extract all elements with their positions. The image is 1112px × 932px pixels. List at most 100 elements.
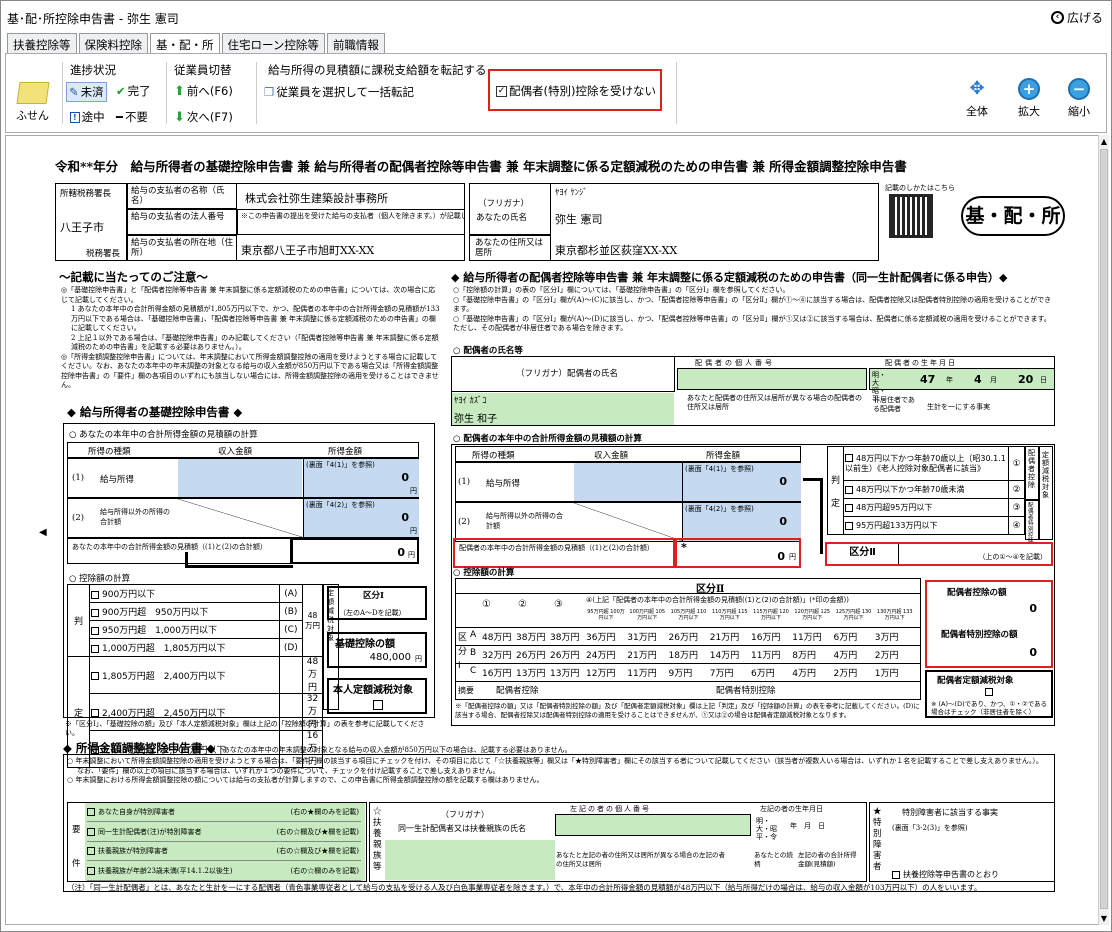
tab-insurance[interactable]: 保険料控除 <box>78 33 148 53</box>
basic-deduction-field[interactable]: 基礎控除の額 480,000 円 <box>327 632 427 668</box>
your-furigana[interactable]: ﾔﾖｲ ｹﾝｼﾞ <box>555 186 587 198</box>
requirement-item[interactable]: あなた自身が特別障害者 (右の★欄のみを記載) <box>87 803 361 822</box>
checkbox-checked-icon: ✓ <box>496 85 507 97</box>
payer-addr-value[interactable]: 東京都八王子市旭町XX-XX <box>241 242 374 258</box>
basic-total-field[interactable]: 0 円 <box>291 538 419 564</box>
spouse-birth-input[interactable]: 明・大昭・平 47 年 4 月 20 日 <box>869 368 1055 403</box>
employee-switch-title: 従業員切替 <box>174 63 232 77</box>
checkbox-icon[interactable] <box>892 871 900 879</box>
checkbox-icon[interactable] <box>91 709 99 717</box>
payer-name-value[interactable]: 株式会社弥生建築設計事務所 <box>245 190 388 206</box>
checkbox-icon[interactable] <box>91 590 99 599</box>
qr-code-icon <box>889 194 933 238</box>
spouse-fixed-tax-checkbox[interactable] <box>985 688 993 696</box>
progress-done-label: 完了 <box>127 84 151 98</box>
spouse-row1-income-input[interactable] <box>574 463 682 501</box>
exclamation-icon: ! <box>70 111 80 123</box>
spouse-row1-ref: (裏面「4(1)」を参照) <box>685 465 754 473</box>
self-fixed-tax-checkbox[interactable] <box>373 700 383 710</box>
special-check-row[interactable]: 扶養控除等申告書のとおり <box>892 869 999 880</box>
judge-label: 判定 <box>827 446 844 535</box>
adjust-note-1: ○ 年末調整において所得金額調整控除の適用を受けようとする場合は、「要件」欄の該… <box>67 757 1043 765</box>
spouse-title: ◆ 給与所得者の配偶者控除等申告書 兼 年末調整に係る定額減税のための申告書（同… <box>451 271 1008 284</box>
requirement-item[interactable]: 同一生計配偶者(注)が特別障害者 (右の☆欄及び★欄を記載) <box>87 823 361 842</box>
pencil-icon: ✎ <box>69 85 79 99</box>
checkbox-icon[interactable] <box>87 827 95 836</box>
previous-employee-button[interactable]: ⬆ 前へ(F6) <box>174 83 233 99</box>
calc-subhead: 105万円超 110万円以下 <box>670 609 707 621</box>
payer-corp-number-cell[interactable] <box>237 209 465 235</box>
basic-title: ◆ 給与所得者の基礎控除申告書 ◆ <box>67 405 243 419</box>
expand-button[interactable]: ‹ 広げる <box>1050 9 1103 26</box>
spouse-mynumber-input[interactable] <box>677 368 867 390</box>
calc-cell: 21万円 <box>709 633 740 643</box>
scroll-left-icon[interactable]: ◀ <box>39 527 47 538</box>
checkbox-icon[interactable] <box>845 485 853 494</box>
form-title: 令和**年分 給与所得者の基礎控除申告書 兼 給与所得者の配偶者控除等申告書 兼… <box>55 159 907 174</box>
spouse-row1-amount-input[interactable]: (裏面「4(1)」を参照) 0 <box>682 463 801 501</box>
tax-office-value[interactable]: 八王子市 <box>60 219 104 235</box>
requirement-item[interactable]: 扶養親族が年齢23歳未満(平14.1.2以後生) (右の☆欄のみを記載) <box>87 862 361 881</box>
progress-unfinished-button[interactable]: ✎ 未済 <box>66 82 107 102</box>
calc-row-kubun: A <box>470 630 477 640</box>
birth-month: 4 <box>974 373 982 386</box>
progress-inprogress-button[interactable]: ! 途中 <box>70 109 105 125</box>
next-employee-button[interactable]: ⬇ 次へ(F7) <box>174 109 233 125</box>
spouse-deduction-value[interactable]: 0 <box>1029 602 1037 615</box>
tab-housing-loan[interactable]: 住宅ローン控除等 <box>221 33 325 53</box>
checkbox-icon[interactable] <box>91 644 99 653</box>
kubun2-field[interactable]: 区分Ⅱ （上の①～④を記載） <box>825 542 1053 566</box>
spouse-mynumber-label: 配偶者の個人番号 <box>695 359 775 367</box>
dependent-mynumber-input[interactable] <box>555 814 751 836</box>
scroll-up-icon[interactable]: ▲ <box>1099 137 1109 146</box>
your-name[interactable]: 弥生 憲司 <box>555 211 603 227</box>
basic-row2-amount-input[interactable]: (裏面「4(2)」を参照) 0 円 <box>303 499 419 537</box>
checkbox-icon[interactable] <box>845 521 853 530</box>
checkbox-icon[interactable] <box>87 808 95 816</box>
spouse-total-field[interactable]: * 0 円 <box>675 538 801 568</box>
adjust-title: ◆ 所得金額調整控除申告書 ◆ <box>63 741 216 755</box>
requirement-note: (右の☆欄及び★欄を記載) <box>276 827 359 836</box>
adjust-note-2: なお、「要件」欄の以上の項目に該当する場合は、いずれか１つの要件について、チェッ… <box>77 766 500 775</box>
zoom-in-button[interactable]: + 拡大 <box>1018 78 1040 119</box>
title-bar: 基･配･所控除申告書 - 弥生 憲司 ‹ 広げる <box>1 1 1111 33</box>
dependent-name-input[interactable] <box>385 840 555 880</box>
checkbox-icon[interactable] <box>845 454 853 462</box>
checkbox-icon[interactable] <box>845 503 853 512</box>
checkbox-icon[interactable] <box>91 608 99 617</box>
spouse-special-value[interactable]: 0 <box>1029 646 1037 659</box>
basic-row1-ref: (裏面「4(1)」を参照) <box>306 461 375 469</box>
no-spouse-deduction-checkbox[interactable]: ✓ 配偶者(特別)控除を受けない <box>496 83 656 99</box>
progress-done-button[interactable]: ✔ 完了 <box>116 83 151 99</box>
your-addr[interactable]: 東京都杉並区荻窪XX-XX <box>555 242 677 258</box>
bulk-transfer-button[interactable]: ❐ 従業員を選択して一括転記 <box>264 84 414 100</box>
basic-row1-amount-input[interactable]: (裏面「4(1)」を参照) 0 円 <box>303 459 419 497</box>
requirement-item[interactable]: 扶養親族が特別障害者 (右の☆欄及び★欄を記載) <box>87 842 361 861</box>
spouse-row2-label: 給与所得以外の所得の合計額 <box>486 512 563 530</box>
checkbox-icon[interactable] <box>87 847 95 855</box>
spouse-intro: ○「控除額の計算」の表の「区分Ⅰ」欄については、「基礎控除申告書」の「区分Ⅰ」欄… <box>453 286 1055 334</box>
progress-unneeded-button[interactable]: ━ 不要 <box>116 109 148 125</box>
kubun1-field[interactable]: 区分Ⅰ （左のA～Dを記載） <box>327 586 427 620</box>
toolbar-ribbon: ふせん 進捗状況 ✎ 未済 ✔ 完了 ! 途中 ━ 不要 従業員切替 ⬆ 前へ(… <box>5 53 1107 133</box>
summary-label: 摘要 <box>458 686 474 695</box>
fit-whole-button[interactable]: ✥ 全体 <box>966 78 988 119</box>
sticky-note-button[interactable]: ふせん <box>15 82 50 123</box>
spouse-name-input[interactable]: ﾔﾖｲ ｶｽﾞｺ 弥生 和子 <box>452 393 674 425</box>
basic-row2: (2) 給与所得以外の所得の合計額 (裏面「4(2)」を参照) 0 円 <box>67 498 419 538</box>
judge-side-cell-1: 配偶者控除 <box>1025 446 1039 500</box>
tab-previous-job[interactable]: 前職情報 <box>326 33 385 53</box>
checkbox-icon[interactable] <box>87 866 95 875</box>
tab-dependents[interactable]: 扶養控除等 <box>7 33 77 53</box>
zoom-out-button[interactable]: − 縮小 <box>1068 78 1090 119</box>
vertical-scrollbar[interactable]: ▲ ▼ <box>1098 135 1109 925</box>
spouse-row2-amount-input[interactable]: (裏面「4(2)」を参照) 0 <box>682 503 801 541</box>
checkbox-icon[interactable] <box>91 626 99 635</box>
checkbox-icon[interactable] <box>91 672 99 680</box>
basic-row1-income-input[interactable] <box>178 459 302 497</box>
scroll-down-icon[interactable]: ▼ <box>1099 914 1109 923</box>
basic-row1-label: 給与所得 <box>100 475 135 485</box>
zoom-in-icon: + <box>1018 78 1040 100</box>
tab-basic-spouse-income[interactable]: 基・配・所 <box>150 33 220 54</box>
scroll-thumb[interactable] <box>1100 149 1108 909</box>
